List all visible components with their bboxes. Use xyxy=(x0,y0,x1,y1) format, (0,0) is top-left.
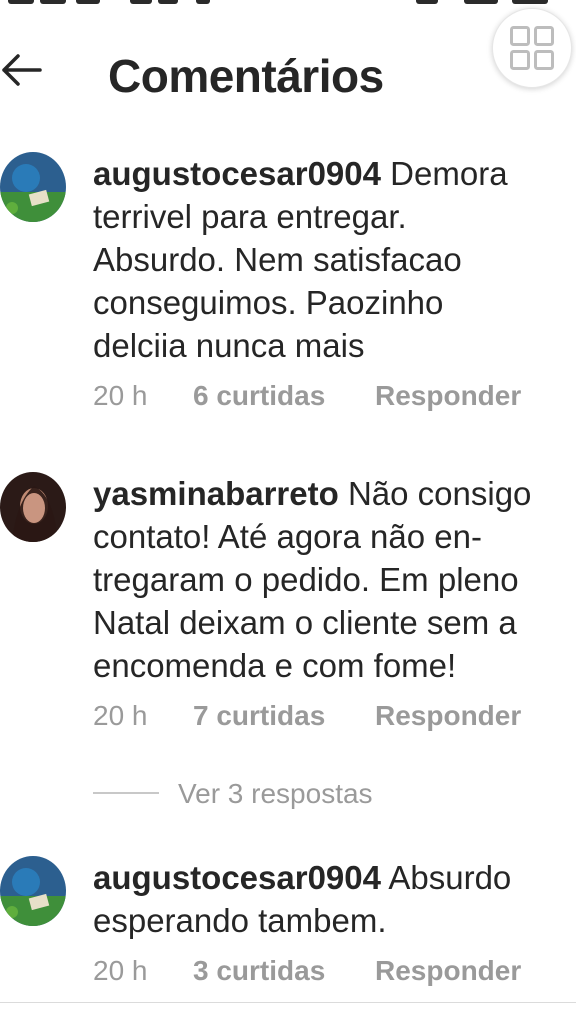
comment-text: yasminabarreto Não consigo contato! Até … xyxy=(93,475,532,684)
reply-button[interactable]: Responder xyxy=(375,379,521,413)
view-replies-label: Ver 3 respostas xyxy=(178,778,373,809)
divider xyxy=(93,792,159,794)
comment-time: 20 h xyxy=(93,700,148,731)
avatar[interactable] xyxy=(0,472,66,542)
comment-time: 20 h xyxy=(93,380,148,411)
likes-count[interactable]: 7 curtidas xyxy=(193,699,325,733)
avatar[interactable] xyxy=(0,152,66,222)
grid-button[interactable] xyxy=(492,8,572,88)
comment-text: augustocesar0904 Absurdo esperando tambe… xyxy=(93,859,512,939)
grid-icon xyxy=(510,26,554,70)
header: Comentários xyxy=(0,0,576,130)
likes-count[interactable]: 3 curtidas xyxy=(193,954,325,988)
arrow-left-icon xyxy=(2,54,42,86)
reply-button[interactable]: Responder xyxy=(375,954,521,988)
comment-time: 20 h xyxy=(93,955,148,986)
comment-text: augustocesar0904 Demora terrivel para en… xyxy=(93,155,508,364)
reply-button[interactable]: Responder xyxy=(375,699,521,733)
divider xyxy=(0,1002,576,1003)
back-button[interactable] xyxy=(0,48,48,92)
likes-count[interactable]: 6 curtidas xyxy=(193,379,325,413)
comment-username[interactable]: yasminabarreto xyxy=(93,475,339,512)
comment-username[interactable]: augustocesar0904 xyxy=(93,155,381,192)
view-replies-button[interactable]: Ver 3 respostas xyxy=(93,778,493,812)
page-title: Comentários xyxy=(108,50,384,102)
comment-username[interactable]: augustocesar0904 xyxy=(93,859,381,896)
avatar[interactable] xyxy=(0,856,66,926)
